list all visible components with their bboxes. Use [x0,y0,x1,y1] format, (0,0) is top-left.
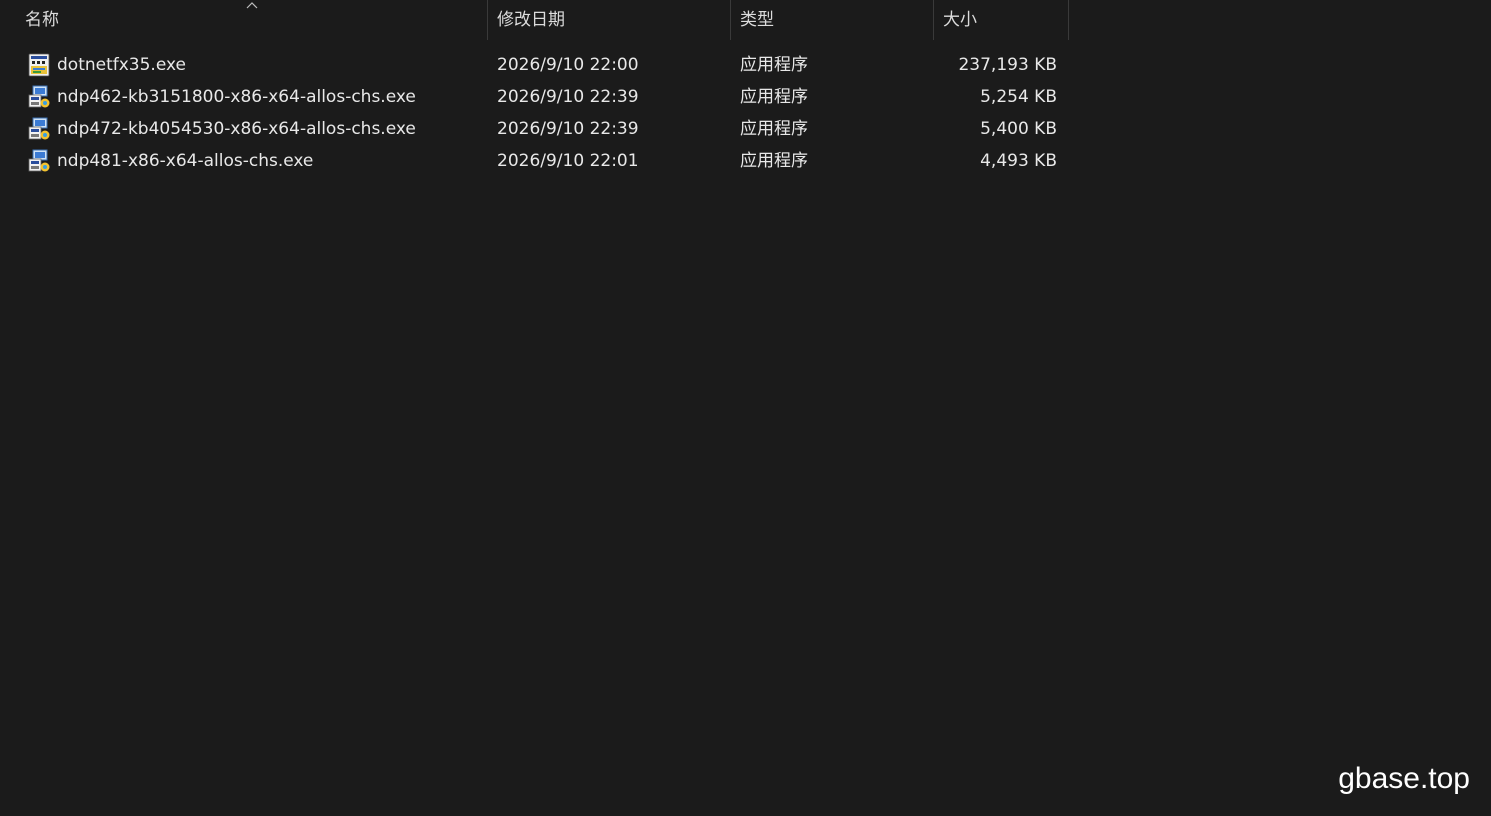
file-row[interactable]: ndp481-x86-x64-allos-chs.exe 2026/9/10 2… [0,145,1070,177]
column-header-size[interactable]: 大小 [934,0,1068,40]
file-date: 2026/9/10 22:01 [497,151,639,171]
column-header-date-label: 修改日期 [497,10,565,30]
file-date: 2026/9/10 22:39 [497,119,639,139]
file-type: 应用程序 [740,119,808,139]
watermark-text: gbase.top [1338,762,1470,795]
installer-exe-icon [28,149,50,172]
file-type: 应用程序 [740,55,808,75]
file-row[interactable]: ndp472-kb4054530-x86-x64-allos-chs.exe 2… [0,113,1070,145]
file-size: 4,493 KB [980,151,1057,171]
installer-exe-icon [28,117,50,140]
file-type: 应用程序 [740,87,808,107]
file-size: 5,254 KB [980,87,1057,107]
column-header-date[interactable]: 修改日期 [488,0,730,40]
file-name: ndp481-x86-x64-allos-chs.exe [57,151,314,171]
file-size: 237,193 KB [958,55,1057,75]
column-divider[interactable] [1068,0,1069,40]
file-date: 2026/9/10 22:39 [497,87,639,107]
column-header-bar: 名称 修改日期 类型 大小 [0,0,1070,40]
file-name: dotnetfx35.exe [57,55,186,75]
file-name: ndp462-kb3151800-x86-x64-allos-chs.exe [57,87,416,107]
sort-ascending-icon [246,2,258,9]
file-row[interactable]: dotnetfx35.exe 2026/9/10 22:00 应用程序 237,… [0,49,1070,81]
file-size: 5,400 KB [980,119,1057,139]
column-header-type-label: 类型 [740,10,774,30]
column-header-type[interactable]: 类型 [731,0,933,40]
column-header-size-label: 大小 [943,10,977,30]
file-list: dotnetfx35.exe 2026/9/10 22:00 应用程序 237,… [0,49,1070,177]
file-date: 2026/9/10 22:00 [497,55,639,75]
file-name: ndp472-kb4054530-x86-x64-allos-chs.exe [57,119,416,139]
column-header-name-label: 名称 [25,10,59,30]
file-type: 应用程序 [740,151,808,171]
installer-exe-icon [28,85,50,108]
setup-exe-icon [28,53,50,77]
file-row[interactable]: ndp462-kb3151800-x86-x64-allos-chs.exe 2… [0,81,1070,113]
